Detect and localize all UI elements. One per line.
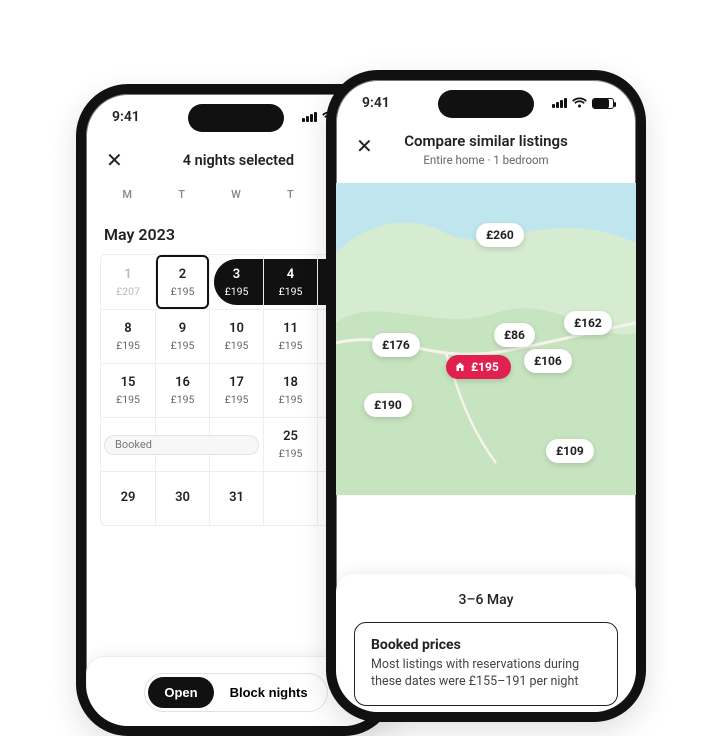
day-number: 3 [233, 267, 240, 282]
calendar-day[interactable]: 8 £195 [101, 310, 155, 363]
day-price: £195 [225, 393, 249, 406]
calendar-day[interactable]: 31 [209, 472, 263, 525]
day-price: £195 [279, 285, 303, 298]
signal-icon [551, 98, 567, 108]
day-number: 1 [124, 267, 131, 282]
home-icon [454, 361, 466, 373]
map-pin[interactable]: £260 [476, 223, 524, 247]
nightly-price: £195 ✎ [103, 728, 369, 736]
day-number: 10 [229, 321, 244, 336]
calendar-day[interactable] [263, 472, 317, 525]
day-price: £195 [225, 339, 249, 352]
calendar-day[interactable]: 15 £195 [101, 364, 155, 417]
calendar-day[interactable]: 18 £195 [263, 364, 317, 417]
day-price: £195 [279, 447, 303, 460]
map[interactable]: £260 £176 £86 £162 £106 £190 £109 £195 [336, 183, 636, 495]
day-price: £195 [225, 285, 249, 298]
compare-phone: 9:41 ✕ Compare similar listings Entire h… [326, 70, 646, 722]
day-price: £195 [279, 339, 303, 352]
segmented-control: Open Block nights [144, 673, 327, 712]
day-number: 18 [283, 375, 298, 390]
day-number: 8 [124, 321, 131, 336]
day-price: £207 [116, 285, 140, 298]
insights-sheet: 3–6 May Booked prices Most listings with… [336, 574, 636, 722]
weekday-label: T [263, 188, 317, 201]
day-price: £195 [171, 393, 195, 406]
calendar-day[interactable]: 25 £195 [263, 418, 317, 471]
header-title: 4 nights selected [127, 152, 350, 169]
date-range: 3–6 May [354, 592, 618, 608]
day-price: £195 [279, 393, 303, 406]
card-body: Most listings with reservations during t… [371, 657, 601, 691]
segment-open[interactable]: Open [148, 677, 213, 708]
day-number: 17 [229, 375, 244, 390]
map-pin[interactable]: £106 [524, 349, 572, 373]
day-price: £195 [116, 393, 140, 406]
day-number: 2 [179, 267, 186, 282]
map-pin[interactable]: £176 [372, 333, 420, 357]
calendar-day[interactable]: 17 £195 [209, 364, 263, 417]
wifi-icon [572, 97, 587, 109]
weekday-label: M [100, 188, 154, 201]
map-pin[interactable]: £162 [564, 311, 612, 335]
booked-prices-card[interactable]: Booked prices Most listings with reserva… [354, 622, 618, 706]
map-pin[interactable]: £190 [364, 393, 412, 417]
close-icon[interactable]: ✕ [102, 146, 127, 174]
calendar-day[interactable]: 9 £195 [155, 310, 209, 363]
day-price: £195 [116, 339, 140, 352]
calendar-day[interactable]: 2 £195 [155, 255, 209, 309]
calendar-day[interactable]: 1 £207 [101, 255, 155, 309]
calendar-day[interactable]: 3 £195 [209, 255, 263, 309]
status-time: 9:41 [112, 109, 140, 125]
day-number: 11 [283, 321, 298, 336]
status-bar: 9:41 [336, 80, 636, 126]
booked-pill[interactable]: Booked [104, 435, 259, 455]
calendar-day[interactable]: 11 £195 [263, 310, 317, 363]
day-price: £195 [171, 339, 195, 352]
compare-header: ✕ Compare similar listings Entire home ·… [336, 126, 636, 171]
calendar-day[interactable]: 30 [155, 472, 209, 525]
weekday-label: T [154, 188, 208, 201]
calendar-day[interactable]: 10 £195 [209, 310, 263, 363]
day-price: £195 [171, 285, 195, 298]
map-pin[interactable]: £86 [494, 323, 535, 347]
close-icon[interactable]: ✕ [352, 132, 377, 160]
weekday-label: W [209, 188, 263, 201]
calendar-day[interactable]: 16 £195 [155, 364, 209, 417]
segment-block-nights[interactable]: Block nights [214, 677, 324, 708]
compare-subtitle: Entire home · 1 bedroom [352, 153, 620, 167]
calendar-day[interactable]: 29 [101, 472, 155, 525]
day-number: 16 [175, 375, 190, 390]
day-number: 29 [121, 490, 136, 505]
day-number: 9 [179, 321, 186, 336]
card-title: Booked prices [371, 637, 601, 653]
day-number: 31 [229, 490, 244, 505]
map-pin-main[interactable]: £195 [446, 355, 511, 379]
day-number: 15 [121, 375, 136, 390]
status-indicators [551, 97, 614, 109]
signal-icon [301, 112, 317, 122]
day-number: 25 [283, 429, 298, 444]
compare-title: Compare similar listings [352, 132, 620, 150]
battery-icon [592, 98, 614, 109]
day-number: 4 [287, 267, 294, 282]
day-number: 30 [175, 490, 190, 505]
map-pin[interactable]: £109 [546, 439, 594, 463]
status-time: 9:41 [362, 95, 390, 111]
calendar-day[interactable]: 4 £195 [263, 255, 317, 309]
